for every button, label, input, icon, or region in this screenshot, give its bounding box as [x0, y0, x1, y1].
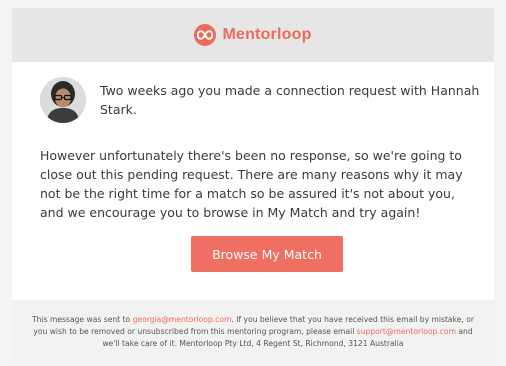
footer-notice: This message was sent to georgia@mentorl…	[32, 314, 474, 350]
infinity-icon	[194, 24, 217, 46]
browse-my-match-button[interactable]: Browse My Match	[191, 236, 343, 272]
intro-message: Two weeks ago you made a connection requ…	[100, 83, 480, 117]
body-message: However unfortunately there's been no re…	[40, 148, 463, 220]
brand-name: Mentorloop	[222, 26, 312, 43]
intro-section: Two weeks ago you made a connection requ…	[40, 77, 480, 133]
user-avatar	[40, 77, 86, 123]
support-email-link[interactable]: support@mentorloop.com	[357, 327, 456, 336]
email-card: Mentorloop Two weeks ago you made a conn…	[12, 8, 494, 362]
footer-text-1: This message was sent to	[32, 315, 133, 324]
email-footer: This message was sent to georgia@mentorl…	[12, 300, 494, 362]
recipient-email-link[interactable]: georgia@mentorloop.com	[133, 315, 232, 324]
email-header: Mentorloop	[12, 8, 494, 62]
email-viewport: Mentorloop Two weeks ago you made a conn…	[0, 0, 506, 366]
brand-logo: Mentorloop	[194, 24, 311, 46]
